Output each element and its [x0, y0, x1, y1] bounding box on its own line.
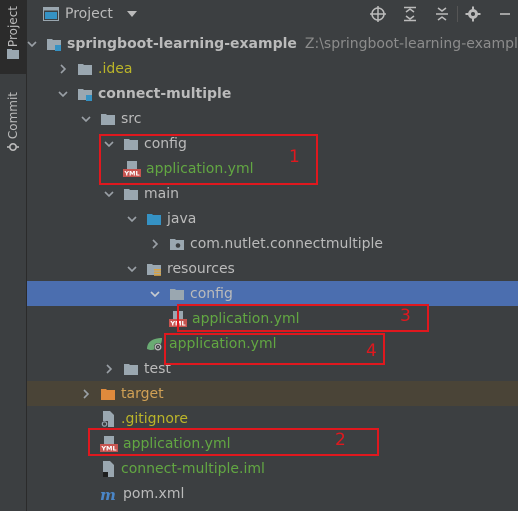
svg-text:m: m	[100, 486, 116, 502]
chevron-right-icon[interactable]	[104, 363, 114, 374]
tree-label: src	[121, 110, 142, 127]
project-window-icon	[43, 7, 59, 21]
annotation-box-4	[164, 333, 385, 365]
package-icon	[170, 238, 184, 250]
minimize-icon[interactable]	[496, 5, 514, 23]
source-folder-icon	[147, 213, 161, 225]
tree-row-root[interactable]: springboot-learning-example Z:\springboo…	[27, 31, 518, 56]
excluded-folder-icon	[101, 388, 115, 400]
annotation-number-2: 2	[335, 430, 346, 450]
tree-label: springboot-learning-example	[67, 35, 297, 52]
gear-icon[interactable]	[464, 5, 482, 23]
tree-row-target[interactable]: target	[27, 381, 518, 406]
module-folder-icon	[47, 38, 61, 51]
folder-icon	[101, 113, 115, 125]
tree-row-resources[interactable]: resources	[27, 256, 518, 281]
chevron-down-icon[interactable]	[27, 39, 37, 49]
chevron-down-icon[interactable]	[126, 10, 137, 18]
folder-icon	[170, 288, 184, 300]
tree-label: main	[144, 185, 179, 202]
annotation-box-1	[99, 134, 318, 185]
tree-row-pom[interactable]: m pom.xml	[27, 481, 518, 506]
tree-label: resources	[167, 260, 235, 277]
commit-icon	[7, 143, 19, 152]
tree-row-src[interactable]: src	[27, 106, 518, 131]
commit-tool-tab[interactable]: Commit	[0, 92, 26, 162]
toolbar-separator	[457, 6, 458, 22]
tree-row-iml[interactable]: connect-multiple.iml	[27, 456, 518, 481]
project-tool-tab[interactable]: Project	[0, 0, 26, 74]
tree-label: .idea	[98, 60, 133, 77]
tree-row-package[interactable]: com.nutlet.connectmultiple	[27, 231, 518, 256]
tree-row-connect-multiple[interactable]: connect-multiple	[27, 81, 518, 106]
panel-title: Project	[65, 6, 113, 22]
tree-label: target	[121, 385, 164, 402]
annotation-number-1: 1	[289, 147, 300, 167]
resources-folder-icon	[147, 263, 161, 276]
maven-file-icon: m	[100, 486, 116, 502]
tree-row-java[interactable]: java	[27, 206, 518, 231]
chevron-down-icon[interactable]	[127, 214, 137, 224]
locate-file-icon[interactable]	[369, 5, 387, 23]
spring-yml-file-icon	[147, 337, 162, 351]
tree-label: config	[190, 285, 233, 302]
folder-icon	[124, 363, 138, 375]
chevron-down-icon[interactable]	[104, 189, 114, 199]
chevron-right-icon[interactable]	[58, 63, 68, 74]
folder-icon	[7, 49, 19, 60]
project-path: Z:\springboot-learning-example	[304, 35, 518, 52]
gitignore-file-icon	[101, 410, 114, 427]
tree-row-config-resources[interactable]: config	[27, 281, 518, 306]
tree-label: connect-multiple	[98, 85, 232, 102]
tree-label: pom.xml	[123, 485, 185, 502]
chevron-down-icon[interactable]	[58, 89, 68, 99]
tree-label: .gitignore	[121, 410, 188, 427]
expand-all-icon[interactable]	[401, 5, 419, 23]
chevron-down-icon[interactable]	[81, 114, 91, 124]
annotation-number-3: 3	[400, 306, 411, 326]
chevron-right-icon[interactable]	[150, 238, 160, 249]
iml-file-icon	[103, 460, 114, 477]
tree-row-idea[interactable]: .idea	[27, 56, 518, 81]
chevron-down-icon[interactable]	[150, 289, 160, 299]
chevron-right-icon[interactable]	[81, 388, 91, 399]
annotation-box-3	[177, 304, 429, 332]
folder-icon	[78, 63, 92, 75]
tool-window-strip: Project Commit	[0, 0, 27, 511]
annotation-number-4: 4	[366, 341, 377, 361]
project-panel-header: Project	[27, 0, 518, 28]
commit-tab-label: Commit	[6, 92, 20, 140]
folder-icon	[124, 188, 138, 200]
tree-label: java	[167, 210, 197, 227]
tree-label: connect-multiple.iml	[121, 460, 265, 477]
chevron-down-icon[interactable]	[127, 264, 137, 274]
project-tab-label: Project	[6, 6, 20, 48]
collapse-all-icon[interactable]	[433, 5, 451, 23]
tree-label: com.nutlet.connectmultiple	[190, 235, 384, 252]
module-folder-icon	[78, 88, 92, 101]
